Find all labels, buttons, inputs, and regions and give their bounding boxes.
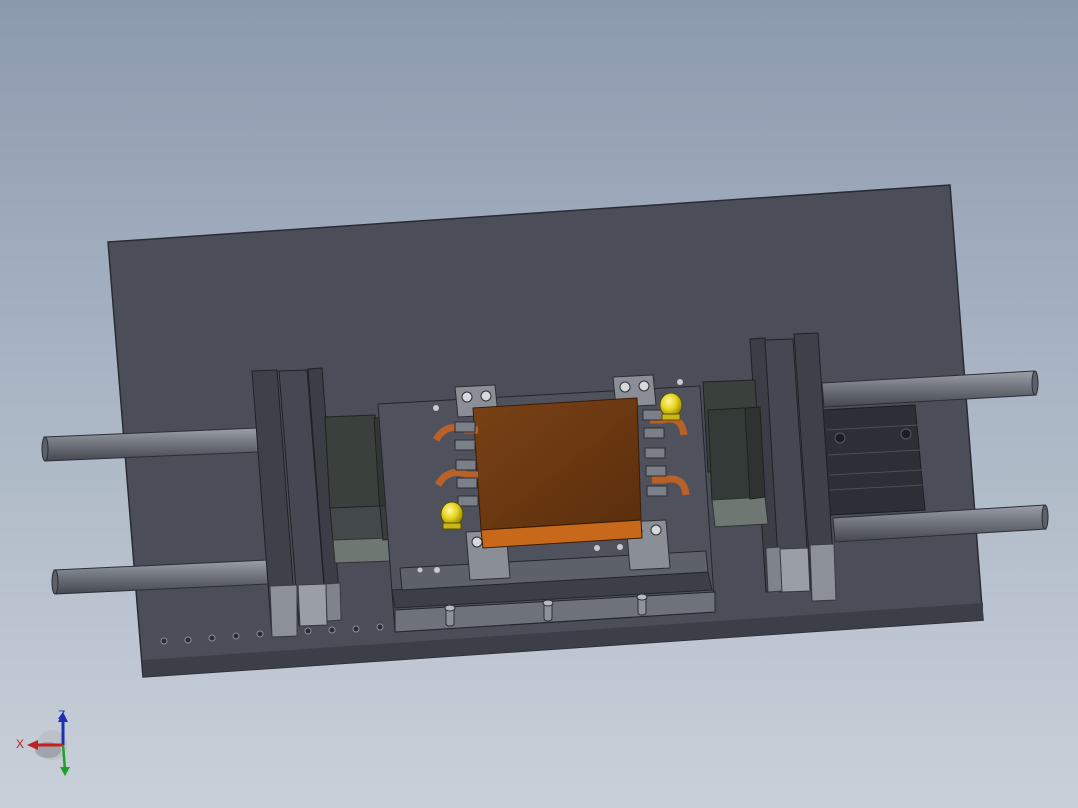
cad-graphics-viewport[interactable]: Z X xyxy=(0,0,1078,808)
linear-guide-block[interactable] xyxy=(821,404,926,516)
brass-fitting-top-right[interactable] xyxy=(659,392,683,421)
copper-block[interactable] xyxy=(472,397,643,549)
x-axis-label: X xyxy=(16,737,24,751)
brass-fitting-bottom-left[interactable] xyxy=(440,501,464,530)
coordinate-triad: Z X xyxy=(16,708,70,776)
z-axis-label: Z xyxy=(58,708,65,722)
